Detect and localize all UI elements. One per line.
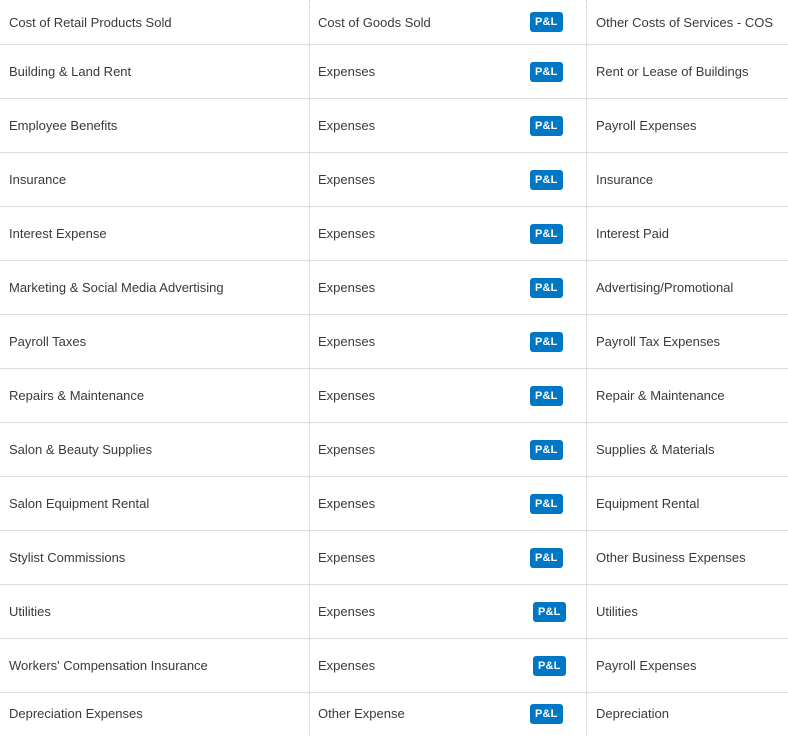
mapped-category: Supplies & Materials <box>596 442 715 457</box>
column-divider <box>309 369 310 422</box>
mapped-category: Insurance <box>596 172 654 187</box>
account-name: Salon & Beauty Supplies <box>9 442 153 457</box>
pl-badge: P&L <box>530 385 563 406</box>
column-divider <box>309 207 310 260</box>
mapped-category: Other Business Expenses <box>596 550 746 565</box>
account-type: Expenses <box>318 226 376 241</box>
mapped-category: Utilities <box>596 604 638 619</box>
column-divider <box>309 585 310 638</box>
account-name: Utilities <box>9 604 51 619</box>
account-name: Salon Equipment Rental <box>9 496 150 511</box>
column-divider <box>586 691 587 736</box>
column-divider <box>586 153 587 206</box>
table-row: Salon Equipment Rental Expenses P&L Equi… <box>0 477 788 531</box>
table-row: Repairs & Maintenance Expenses P&L Repai… <box>0 369 788 423</box>
column-divider <box>309 639 310 692</box>
account-type: Expenses <box>318 172 376 187</box>
account-type: Cost of Goods Sold <box>318 14 431 30</box>
account-name: Interest Expense <box>9 226 107 241</box>
column-divider <box>586 423 587 476</box>
account-type: Expenses <box>318 496 376 511</box>
account-type: Expenses <box>318 388 376 403</box>
account-type: Expenses <box>318 118 376 133</box>
table-row: Salon & Beauty Supplies Expenses P&L Sup… <box>0 423 788 477</box>
account-name: Marketing & Social Media Advertising <box>9 280 224 295</box>
account-type: Expenses <box>318 334 376 349</box>
pl-badge: P&L <box>530 61 563 82</box>
column-divider <box>309 691 310 736</box>
column-divider <box>586 315 587 368</box>
pl-badge: P&L <box>530 703 563 724</box>
mapped-category: Interest Paid <box>596 226 669 241</box>
table-row: Utilities Expenses P&L Utilities <box>0 585 788 639</box>
account-name: Workers' Compensation Insurance <box>9 658 208 673</box>
pl-badge: P&L <box>530 439 563 460</box>
column-divider <box>586 207 587 260</box>
column-divider <box>309 99 310 152</box>
table-row: Stylist Commissions Expenses P&L Other B… <box>0 531 788 585</box>
table-row: Employee Benefits Expenses P&L Payroll E… <box>0 99 788 153</box>
pl-badge: P&L <box>530 169 563 190</box>
column-divider <box>586 99 587 152</box>
column-divider <box>586 531 587 584</box>
mapped-category: Repair & Maintenance <box>596 388 725 403</box>
column-divider <box>309 45 310 98</box>
mapped-category: Rent or Lease of Buildings <box>596 64 749 79</box>
table-row: Workers' Compensation Insurance Expenses… <box>0 639 788 693</box>
account-type: Other Expense <box>318 706 405 721</box>
table-row: Payroll Taxes Expenses P&L Payroll Tax E… <box>0 315 788 369</box>
mapped-category: Other Costs of Services - COS <box>596 14 773 30</box>
mapped-category: Depreciation <box>596 706 669 721</box>
table-row: Interest Expense Expenses P&L Interest P… <box>0 207 788 261</box>
pl-badge: P&L <box>530 547 563 568</box>
column-divider <box>309 531 310 584</box>
account-type: Expenses <box>318 550 376 565</box>
pl-badge: P&L <box>533 655 566 676</box>
column-divider <box>586 0 587 44</box>
account-name: Stylist Commissions <box>9 550 126 565</box>
mapped-category: Payroll Tax Expenses <box>596 334 721 349</box>
pl-badge: P&L <box>530 12 563 32</box>
column-divider <box>586 261 587 314</box>
account-name: Insurance <box>9 172 67 187</box>
pl-badge: P&L <box>530 493 563 514</box>
column-divider <box>309 315 310 368</box>
column-divider <box>309 261 310 314</box>
column-divider <box>309 153 310 206</box>
pl-badge: P&L <box>530 277 563 298</box>
column-divider <box>309 0 310 44</box>
table-row: Insurance Expenses P&L Insurance <box>0 153 788 207</box>
mapped-category: Payroll Expenses <box>596 118 697 133</box>
account-type: Expenses <box>318 280 376 295</box>
table-row: Cost of Retail Products Sold Cost of Goo… <box>0 0 788 45</box>
column-divider <box>586 477 587 530</box>
column-divider <box>586 45 587 98</box>
pl-badge: P&L <box>530 115 563 136</box>
table-row: Marketing & Social Media Advertising Exp… <box>0 261 788 315</box>
pl-badge: P&L <box>530 331 563 352</box>
mapped-category: Equipment Rental <box>596 496 700 511</box>
account-name: Depreciation Expenses <box>9 706 143 721</box>
account-type: Expenses <box>318 64 376 79</box>
account-type: Expenses <box>318 442 376 457</box>
account-name: Cost of Retail Products Sold <box>9 14 172 30</box>
account-type: Expenses <box>318 604 376 619</box>
column-divider <box>309 423 310 476</box>
mapped-category: Advertising/Promotional <box>596 280 734 295</box>
account-mapping-table: Cost of Retail Products Sold Cost of Goo… <box>0 0 788 736</box>
pl-badge: P&L <box>533 601 566 622</box>
mapped-category: Payroll Expenses <box>596 658 697 673</box>
table-row: Building & Land Rent Expenses P&L Rent o… <box>0 45 788 99</box>
column-divider <box>309 477 310 530</box>
pl-badge: P&L <box>530 223 563 244</box>
table-row: Depreciation Expenses Other Expense P&L … <box>0 691 788 736</box>
account-type: Expenses <box>318 658 376 673</box>
account-name: Repairs & Maintenance <box>9 388 145 403</box>
account-name: Employee Benefits <box>9 118 118 133</box>
account-name: Payroll Taxes <box>9 334 87 349</box>
account-name: Building & Land Rent <box>9 64 132 79</box>
column-divider <box>586 369 587 422</box>
